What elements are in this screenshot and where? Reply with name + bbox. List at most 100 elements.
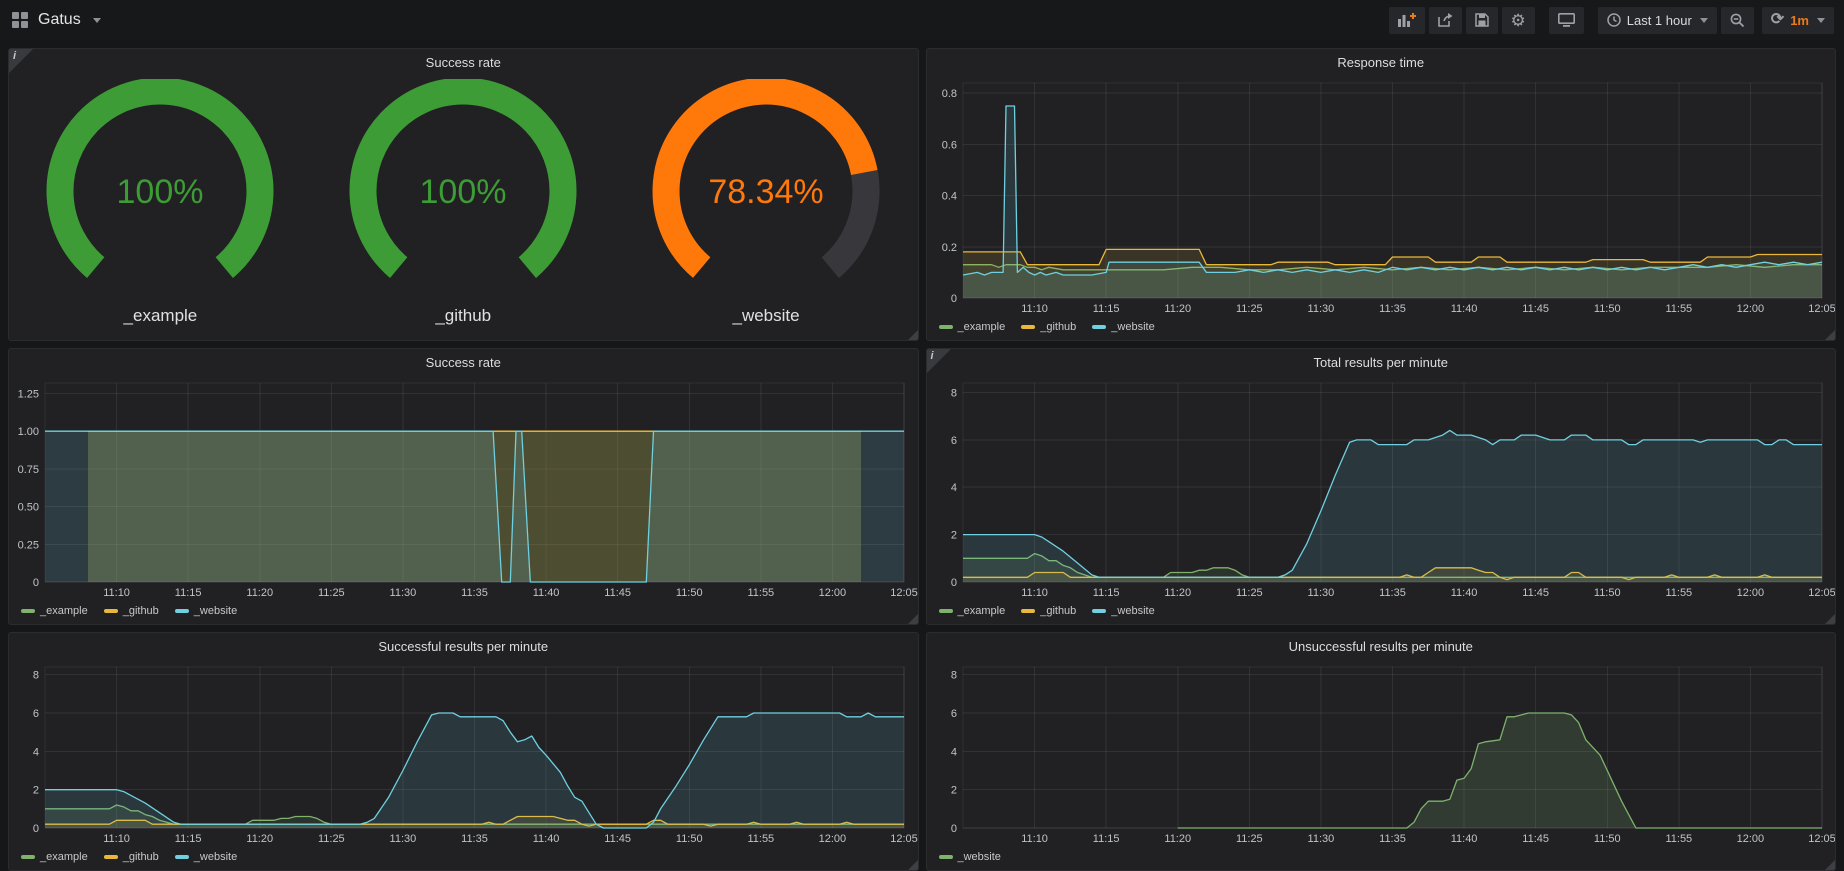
svg-text:0.4: 0.4	[941, 191, 956, 203]
panel-success-rate-timeseries: Success rate 11:1011:1511:2011:2511:3011…	[8, 348, 919, 625]
panel-resize-handle[interactable]	[1825, 330, 1835, 340]
panel-resize-handle[interactable]	[1825, 614, 1835, 624]
success-rate-chart[interactable]: 11:1011:1511:2011:2511:3011:3511:4011:45…	[9, 375, 918, 602]
panel-title[interactable]: Total results per minute	[927, 349, 1836, 375]
legend-item-_github[interactable]: _github	[104, 605, 159, 617]
legend-item-_example[interactable]: _example	[21, 851, 88, 863]
time-range-label: Last 1 hour	[1627, 13, 1692, 28]
svg-text:0.50: 0.50	[18, 502, 39, 514]
legend-item-_website[interactable]: _website	[175, 851, 237, 863]
legend-item-_example[interactable]: _example	[21, 605, 88, 617]
chevron-down-icon	[1700, 18, 1708, 23]
svg-text:11:50: 11:50	[1593, 833, 1620, 845]
svg-text:11:15: 11:15	[175, 587, 202, 599]
svg-text:11:55: 11:55	[1665, 833, 1692, 845]
legend-label: _example	[958, 605, 1006, 617]
panel-title[interactable]: Success rate	[9, 349, 918, 375]
legend-swatch	[1021, 325, 1035, 329]
gear-icon: ⚙	[1511, 12, 1526, 29]
panel-title[interactable]: Response time	[927, 49, 1836, 75]
panel-info-icon[interactable]: i	[9, 49, 33, 73]
chart-legend: _example _github _website	[9, 848, 918, 870]
dashboard-title[interactable]: Gatus	[38, 11, 81, 29]
svg-text:11:40: 11:40	[1450, 587, 1477, 599]
add-panel-button[interactable]	[1389, 7, 1425, 34]
legend-label: _example	[958, 321, 1006, 333]
svg-text:8: 8	[950, 387, 956, 399]
share-button[interactable]	[1429, 7, 1462, 34]
legend-label: _website	[194, 851, 237, 863]
gauge-arc: 100%	[313, 79, 613, 302]
legend-label: _github	[1040, 605, 1076, 617]
svg-text:11:35: 11:35	[1379, 303, 1406, 315]
legend-item-_website[interactable]: _website	[1092, 605, 1154, 617]
legend-item-_example[interactable]: _example	[939, 321, 1006, 333]
svg-text:12:05: 12:05	[1808, 587, 1836, 599]
tv-icon	[1558, 13, 1575, 27]
svg-text:11:25: 11:25	[1235, 587, 1262, 599]
svg-text:11:30: 11:30	[390, 587, 417, 599]
total-results-chart[interactable]: 11:1011:1511:2011:2511:3011:3511:4011:45…	[927, 375, 1836, 602]
chevron-down-icon[interactable]	[93, 18, 101, 23]
panel-resize-handle[interactable]	[908, 860, 918, 870]
panel-title[interactable]: Successful results per minute	[9, 633, 918, 659]
panel-resize-handle[interactable]	[908, 614, 918, 624]
panel-title[interactable]: Success rate	[9, 49, 918, 75]
unsuccessful-results-chart[interactable]: 11:1011:1511:2011:2511:3011:3511:4011:45…	[927, 659, 1836, 848]
panel-successful-results: Successful results per minute 11:1011:15…	[8, 632, 919, 871]
panel-success-rate-gauges: i Success rate 100% _example 100% _githu…	[8, 48, 919, 341]
dashboard-grid: i Success rate 100% _example 100% _githu…	[0, 40, 1844, 871]
gauge-website: 78.34% _website	[616, 79, 916, 326]
save-button[interactable]	[1466, 7, 1498, 34]
response-time-chart[interactable]: 11:1011:1511:2011:2511:3011:3511:4011:45…	[927, 75, 1836, 318]
svg-text:11:40: 11:40	[533, 833, 560, 845]
svg-text:11:25: 11:25	[318, 587, 345, 599]
legend-item-_website[interactable]: _website	[1092, 321, 1154, 333]
svg-text:11:30: 11:30	[390, 833, 417, 845]
legend-item-_example[interactable]: _example	[939, 605, 1006, 617]
svg-text:2: 2	[950, 530, 956, 542]
cycle-view-button[interactable]	[1549, 7, 1584, 34]
legend-item-_github[interactable]: _github	[104, 851, 159, 863]
panel-response-time: Response time 11:1011:1511:2011:2511:301…	[926, 48, 1837, 341]
legend-item-_website[interactable]: _website	[175, 605, 237, 617]
svg-text:11:30: 11:30	[1307, 587, 1334, 599]
svg-text:100%: 100%	[117, 173, 204, 211]
panel-title[interactable]: Unsuccessful results per minute	[927, 633, 1836, 659]
zoom-out-button[interactable]	[1721, 7, 1754, 34]
gauge-label: _website	[733, 306, 800, 326]
time-range-button[interactable]: Last 1 hour	[1598, 7, 1717, 34]
legend-swatch	[104, 855, 118, 859]
legend-swatch	[939, 855, 953, 859]
svg-text:11:40: 11:40	[1450, 303, 1477, 315]
panel-unsuccessful-results: Unsuccessful results per minute 11:1011:…	[926, 632, 1837, 871]
zoom-out-icon	[1730, 13, 1745, 28]
svg-text:12:05: 12:05	[890, 833, 918, 845]
legend-item-_github[interactable]: _github	[1021, 321, 1076, 333]
gauge-github: 100% _github	[313, 79, 613, 326]
panel-resize-handle[interactable]	[1825, 860, 1835, 870]
dashboard-grid-icon[interactable]	[12, 12, 28, 28]
svg-text:0.6: 0.6	[941, 139, 956, 151]
gauge-arc: 78.34%	[616, 79, 916, 302]
svg-text:11:50: 11:50	[676, 833, 703, 845]
gauge-example: 100% _example	[10, 79, 310, 326]
svg-text:11:50: 11:50	[676, 587, 703, 599]
svg-text:4: 4	[33, 746, 39, 758]
svg-text:0: 0	[950, 823, 956, 835]
svg-text:12:00: 12:00	[1736, 303, 1764, 315]
successful-results-chart[interactable]: 11:1011:1511:2011:2511:3011:3511:4011:45…	[9, 659, 918, 848]
panel-resize-handle[interactable]	[908, 330, 918, 340]
svg-text:11:55: 11:55	[1665, 303, 1692, 315]
svg-text:11:40: 11:40	[533, 587, 560, 599]
svg-text:11:55: 11:55	[747, 587, 774, 599]
svg-text:4: 4	[950, 746, 956, 758]
svg-text:11:15: 11:15	[1092, 833, 1119, 845]
svg-text:11:55: 11:55	[747, 833, 774, 845]
panel-info-icon[interactable]: i	[927, 349, 951, 373]
refresh-button[interactable]: ⟳ 1m	[1762, 7, 1834, 34]
settings-button[interactable]: ⚙	[1502, 7, 1535, 34]
legend-item-_github[interactable]: _github	[1021, 605, 1076, 617]
legend-item-_website[interactable]: _website	[939, 851, 1001, 863]
legend-swatch	[1092, 325, 1106, 329]
